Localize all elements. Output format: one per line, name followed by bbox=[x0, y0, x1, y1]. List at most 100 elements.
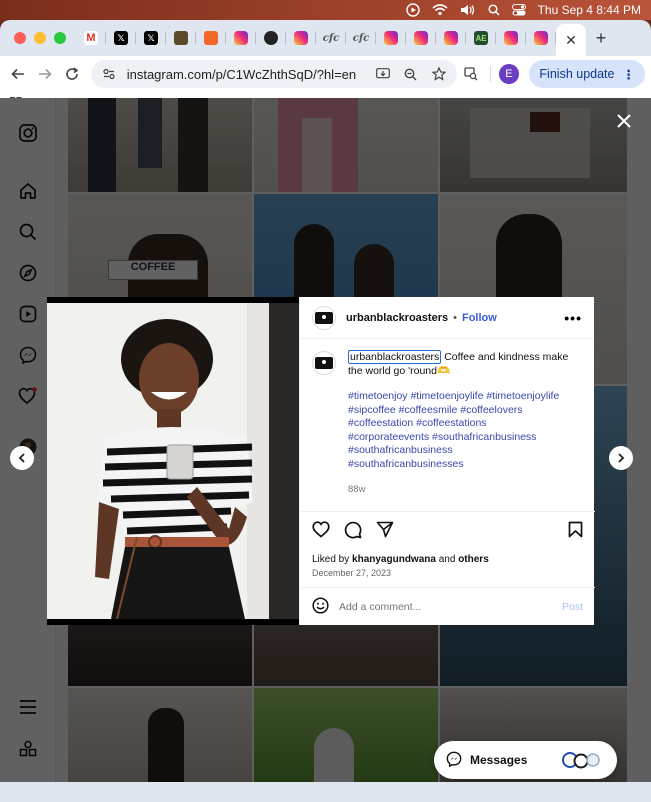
profile-button[interactable]: E bbox=[497, 60, 522, 88]
extension-divider bbox=[486, 60, 495, 88]
cfc-icon: cfc bbox=[322, 32, 340, 44]
reload-button[interactable] bbox=[60, 60, 85, 88]
address-bar[interactable]: instagram.com/p/C1WcZhthSqD/?hl=en bbox=[90, 60, 457, 88]
wifi-icon[interactable] bbox=[432, 4, 448, 16]
add-comment-row: Post bbox=[300, 587, 595, 625]
arrow-right-icon bbox=[39, 68, 52, 80]
tab-instagram[interactable] bbox=[526, 24, 556, 52]
post-caption: urbanblackroasters Coffee and kindness m… bbox=[300, 339, 594, 509]
tab-active[interactable]: ✕ bbox=[556, 24, 586, 56]
new-tab-button[interactable]: + bbox=[586, 28, 616, 49]
follow-button[interactable]: Follow bbox=[462, 312, 497, 324]
tab-instagram[interactable] bbox=[406, 24, 436, 52]
tabs: M 𝕏 𝕏 cfc cfc AE ✕ + bbox=[76, 20, 616, 56]
zoom-icon[interactable] bbox=[401, 68, 421, 81]
maximize-window-button[interactable] bbox=[54, 32, 66, 44]
bookmark-star-icon[interactable] bbox=[429, 67, 449, 81]
share-send-icon[interactable] bbox=[376, 521, 394, 543]
tab-square-app[interactable] bbox=[166, 24, 196, 52]
post-comment-button[interactable]: Post bbox=[562, 601, 583, 613]
site-settings-icon[interactable] bbox=[99, 68, 119, 80]
ae-icon: AE bbox=[474, 31, 488, 45]
macos-menubar: Thu Sep 4 8:44 PM bbox=[0, 0, 651, 20]
tab-orange-app[interactable] bbox=[196, 24, 226, 52]
tab-instagram[interactable] bbox=[286, 24, 316, 52]
comment-input[interactable] bbox=[339, 600, 552, 613]
orange-app-icon bbox=[204, 31, 218, 45]
tab-instagram[interactable] bbox=[376, 24, 406, 52]
back-button[interactable] bbox=[6, 60, 31, 88]
post-actions: Liked by khanyagundwana and others Decem… bbox=[300, 511, 595, 578]
messages-pill[interactable]: Messages bbox=[434, 741, 617, 779]
volume-icon[interactable] bbox=[460, 4, 476, 16]
post-header: urbanblackroasters • Follow ••• bbox=[300, 297, 594, 339]
tab-x[interactable]: 𝕏 bbox=[136, 24, 166, 52]
hashtag-line[interactable]: #southafricanbusinesses bbox=[348, 458, 582, 472]
message-avatars bbox=[561, 751, 605, 769]
finish-update-label: Finish update bbox=[539, 67, 615, 81]
browser-toolbar: instagram.com/p/C1WcZhthSqD/?hl=en E Fin… bbox=[0, 56, 651, 92]
profile-avatar: E bbox=[498, 64, 519, 84]
control-center-icon[interactable] bbox=[511, 4, 526, 16]
account-avatar[interactable] bbox=[312, 305, 336, 330]
liked-user[interactable]: khanyagundwana bbox=[352, 554, 436, 565]
tab-ae[interactable]: AE bbox=[466, 24, 496, 52]
menubar-datetime[interactable]: Thu Sep 4 8:44 PM bbox=[538, 3, 641, 17]
x-icon: 𝕏 bbox=[114, 31, 128, 45]
hashtag-line[interactable]: #corporateevents #southafricanbusiness bbox=[348, 431, 582, 445]
tab-gmail[interactable]: M bbox=[76, 24, 106, 52]
minimize-window-button[interactable] bbox=[34, 32, 46, 44]
tab-instagram[interactable] bbox=[496, 24, 526, 52]
play-icon[interactable] bbox=[405, 3, 420, 17]
hashtag-line[interactable]: #coffeestation #coffeestations bbox=[348, 417, 582, 431]
save-bookmark-icon[interactable] bbox=[568, 521, 583, 543]
close-modal-icon[interactable] bbox=[617, 108, 631, 134]
tab-cfc[interactable]: cfc bbox=[316, 24, 346, 52]
close-window-button[interactable] bbox=[14, 32, 26, 44]
caption-username[interactable]: urbanblackroasters bbox=[348, 350, 442, 364]
instagram-icon bbox=[504, 31, 518, 45]
more-options-icon[interactable]: ••• bbox=[564, 310, 582, 326]
separator-dot: • bbox=[453, 311, 457, 324]
url-text[interactable]: instagram.com/p/C1WcZhthSqD/?hl=en bbox=[127, 67, 365, 82]
emoji-icon[interactable] bbox=[312, 596, 329, 617]
github-icon bbox=[264, 31, 278, 45]
forward-button[interactable] bbox=[33, 60, 58, 88]
tab-instagram[interactable] bbox=[226, 24, 256, 52]
post-date: December 27, 2023 bbox=[312, 568, 392, 578]
hashtag-line[interactable]: #timetoenjoy #timetoenjoylife #timetoenj… bbox=[348, 390, 582, 404]
lens-search-button[interactable] bbox=[459, 60, 484, 88]
instagram-icon bbox=[534, 31, 548, 45]
liked-prefix: Liked by bbox=[312, 554, 353, 565]
chevron-left-icon bbox=[18, 453, 25, 463]
tab-x[interactable]: 𝕏 bbox=[106, 24, 136, 52]
post-image bbox=[47, 297, 299, 625]
hashtag-line[interactable]: #sipcoffee #coffeesmile #coffeelovers bbox=[348, 404, 582, 418]
likes-summary: Liked by khanyagundwana and others bbox=[312, 554, 583, 565]
next-post-button[interactable] bbox=[609, 446, 633, 470]
comment-bubble-icon[interactable] bbox=[344, 521, 362, 544]
tab-cfc[interactable]: cfc bbox=[346, 24, 376, 52]
close-tab-icon[interactable]: ✕ bbox=[565, 32, 577, 49]
tab-github[interactable] bbox=[256, 24, 286, 52]
finish-update-button[interactable]: Finish update ⋮ bbox=[529, 60, 645, 88]
messenger-icon bbox=[446, 751, 462, 770]
instagram-icon bbox=[294, 31, 308, 45]
instagram-icon bbox=[234, 31, 248, 45]
reload-icon bbox=[66, 67, 79, 80]
liked-mid: and bbox=[435, 554, 459, 565]
caption-avatar[interactable] bbox=[312, 351, 336, 375]
tab-instagram[interactable] bbox=[436, 24, 466, 52]
post-username[interactable]: urbanblackroasters bbox=[346, 312, 448, 324]
messages-label: Messages bbox=[470, 753, 528, 767]
post-photo[interactable] bbox=[47, 297, 299, 625]
hashtag-line[interactable]: #southafricanbusiness bbox=[348, 444, 582, 458]
tab-strip: M 𝕏 𝕏 cfc cfc AE ✕ + bbox=[0, 20, 651, 56]
window-controls bbox=[0, 32, 76, 44]
instagram-icon bbox=[414, 31, 428, 45]
liked-others[interactable]: others bbox=[458, 554, 489, 565]
like-heart-icon[interactable] bbox=[312, 521, 330, 543]
install-app-icon[interactable] bbox=[373, 68, 393, 80]
previous-post-button[interactable] bbox=[10, 446, 34, 470]
search-icon[interactable] bbox=[488, 4, 500, 16]
